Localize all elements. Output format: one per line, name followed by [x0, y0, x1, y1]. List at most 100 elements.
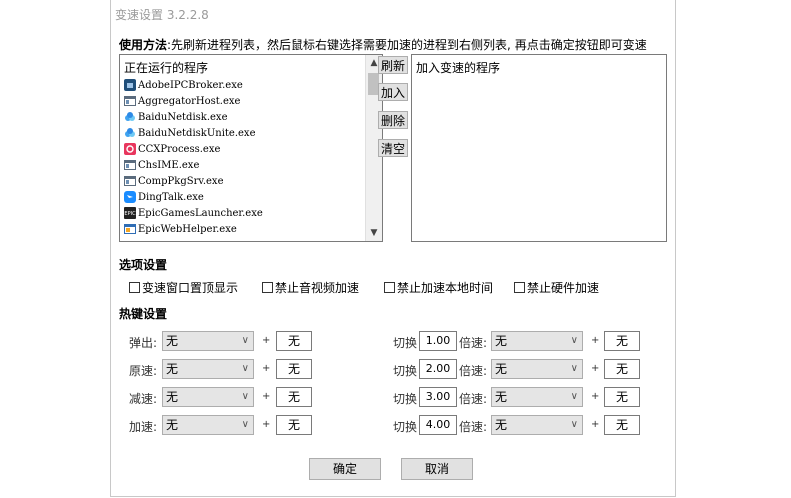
switch-label: 切换	[393, 392, 418, 406]
list-item[interactable]: CompPkgSrv.exe	[124, 173, 224, 189]
chevron-down-icon: ∨	[241, 335, 249, 346]
hotkey-input[interactable]: 无	[604, 387, 640, 407]
modifier-select[interactable]: 无 ∨	[162, 415, 254, 435]
list-item[interactable]: AggregatorHost.exe	[124, 93, 240, 109]
modifier-select[interactable]: 无 ∨	[162, 331, 254, 351]
window-blue-icon	[124, 223, 136, 235]
checkbox-icon[interactable]	[262, 282, 273, 293]
list-item[interactable]: BaiduNetdiskUnite.exe	[124, 125, 256, 141]
list-item[interactable]: DingTalk.exe	[124, 189, 204, 205]
chevron-down-icon: ∨	[570, 419, 578, 430]
plus-sign: +	[262, 363, 271, 374]
running-list-header: 正在运行的程序	[124, 61, 209, 75]
scroll-down-icon[interactable]: ▼	[366, 225, 382, 241]
speed-label: 倍速:	[459, 336, 488, 350]
options-section-title: 选项设置	[119, 258, 168, 272]
select-value: 无	[166, 418, 179, 432]
list-item[interactable]: AdobeIPCBroker.exe	[124, 77, 243, 93]
speed-input[interactable]: 2.00	[419, 359, 457, 379]
hotkeys-section-title: 热键设置	[119, 307, 168, 321]
option-label: 禁止音视频加速	[275, 281, 360, 295]
hotkey-input[interactable]: 无	[276, 331, 312, 351]
select-value: 无	[166, 334, 179, 348]
hotkey-input[interactable]: 无	[276, 415, 312, 435]
hotkey-input[interactable]: 无	[276, 387, 312, 407]
window-icon	[124, 159, 136, 171]
process-name: CCXProcess.exe	[138, 143, 221, 155]
chevron-down-icon: ∨	[241, 391, 249, 402]
running-process-list[interactable]: 正在运行的程序 AdobeIPCBroker.exe AggregatorHos…	[119, 54, 383, 242]
list-item[interactable]: EpicWebHelper.exe	[124, 221, 237, 237]
baidu-netdisk-icon	[124, 127, 136, 139]
chevron-down-icon: ∨	[241, 419, 249, 430]
cancel-button[interactable]: 取消	[401, 458, 473, 480]
window-title: 变速设置 3.2.2.8	[115, 8, 209, 22]
modifier-select[interactable]: 无 ∨	[491, 387, 583, 407]
speed-input[interactable]: 4.00	[419, 415, 457, 435]
switch-label: 切换	[393, 420, 418, 434]
process-name: DingTalk.exe	[138, 191, 204, 203]
hotkey-label: 原速:	[129, 364, 158, 378]
modifier-select[interactable]: 无 ∨	[162, 387, 254, 407]
hotkey-input[interactable]: 无	[604, 415, 640, 435]
svg-text:EPIC: EPIC	[124, 211, 136, 217]
switch-label: 切换	[393, 336, 418, 350]
accelerated-process-list[interactable]: 加入变速的程序	[411, 54, 667, 242]
select-value: 无	[495, 418, 508, 432]
option-label: 禁止硬件加速	[527, 281, 600, 295]
hotkey-label: 弹出:	[129, 336, 158, 350]
speed-settings-window: 变速设置 3.2.2.8 使用方法:先刷新进程列表，然后鼠标右键选择需要加速的进…	[110, 0, 676, 497]
option-topmost-checkbox[interactable]: 变速窗口置顶显示	[129, 279, 238, 296]
modifier-select[interactable]: 无 ∨	[491, 359, 583, 379]
hotkey-input[interactable]: 无	[604, 331, 640, 351]
plus-sign: +	[591, 419, 600, 430]
modifier-select[interactable]: 无 ∨	[491, 331, 583, 351]
process-name: CompPkgSrv.exe	[138, 175, 224, 187]
dingtalk-icon	[124, 191, 136, 203]
chevron-down-icon: ∨	[570, 363, 578, 374]
epic-icon: EPIC	[124, 207, 136, 219]
list-item[interactable]: EPIC EpicGamesLauncher.exe	[124, 205, 263, 221]
ok-button[interactable]: 确定	[309, 458, 381, 480]
hotkey-label: 减速:	[129, 392, 158, 406]
checkbox-icon[interactable]	[129, 282, 140, 293]
select-value: 无	[495, 390, 508, 404]
process-name: AdobeIPCBroker.exe	[138, 79, 243, 91]
add-button[interactable]: 加入	[378, 83, 408, 101]
speed-label: 倍速:	[459, 392, 488, 406]
plus-sign: +	[262, 335, 271, 346]
plus-sign: +	[591, 363, 600, 374]
modifier-select[interactable]: 无 ∨	[162, 359, 254, 379]
switch-label: 切换	[393, 364, 418, 378]
checkbox-icon[interactable]	[514, 282, 525, 293]
plus-sign: +	[262, 419, 271, 430]
window-icon	[124, 175, 136, 187]
option-disable-hardware-checkbox[interactable]: 禁止硬件加速	[514, 279, 599, 296]
hotkey-input[interactable]: 无	[276, 359, 312, 379]
checkbox-icon[interactable]	[384, 282, 395, 293]
plus-sign: +	[262, 391, 271, 402]
remove-button[interactable]: 删除	[378, 111, 408, 129]
adobe-icon	[124, 79, 136, 91]
speed-label: 倍速:	[459, 420, 488, 434]
process-name: EpicGamesLauncher.exe	[138, 207, 263, 219]
option-disable-av-checkbox[interactable]: 禁止音视频加速	[262, 279, 359, 296]
select-value: 无	[495, 362, 508, 376]
speed-input[interactable]: 3.00	[419, 387, 457, 407]
modifier-select[interactable]: 无 ∨	[491, 415, 583, 435]
process-name: BaiduNetdisk.exe	[138, 111, 228, 123]
hotkey-input[interactable]: 无	[604, 359, 640, 379]
usage-label: 使用方法	[119, 38, 168, 52]
list-item[interactable]: BaiduNetdisk.exe	[124, 109, 227, 125]
plus-sign: +	[591, 335, 600, 346]
refresh-button[interactable]: 刷新	[378, 56, 408, 74]
select-value: 无	[495, 334, 508, 348]
select-value: 无	[166, 362, 179, 376]
list-item[interactable]: ChsIME.exe	[124, 157, 199, 173]
speed-input[interactable]: 1.00	[419, 331, 457, 351]
hotkey-label: 加速:	[129, 420, 158, 434]
list-item[interactable]: CCXProcess.exe	[124, 141, 220, 157]
clear-button[interactable]: 清空	[378, 139, 408, 157]
process-name: EpicWebHelper.exe	[138, 223, 237, 235]
option-disable-local-time-checkbox[interactable]: 禁止加速本地时间	[384, 279, 493, 296]
